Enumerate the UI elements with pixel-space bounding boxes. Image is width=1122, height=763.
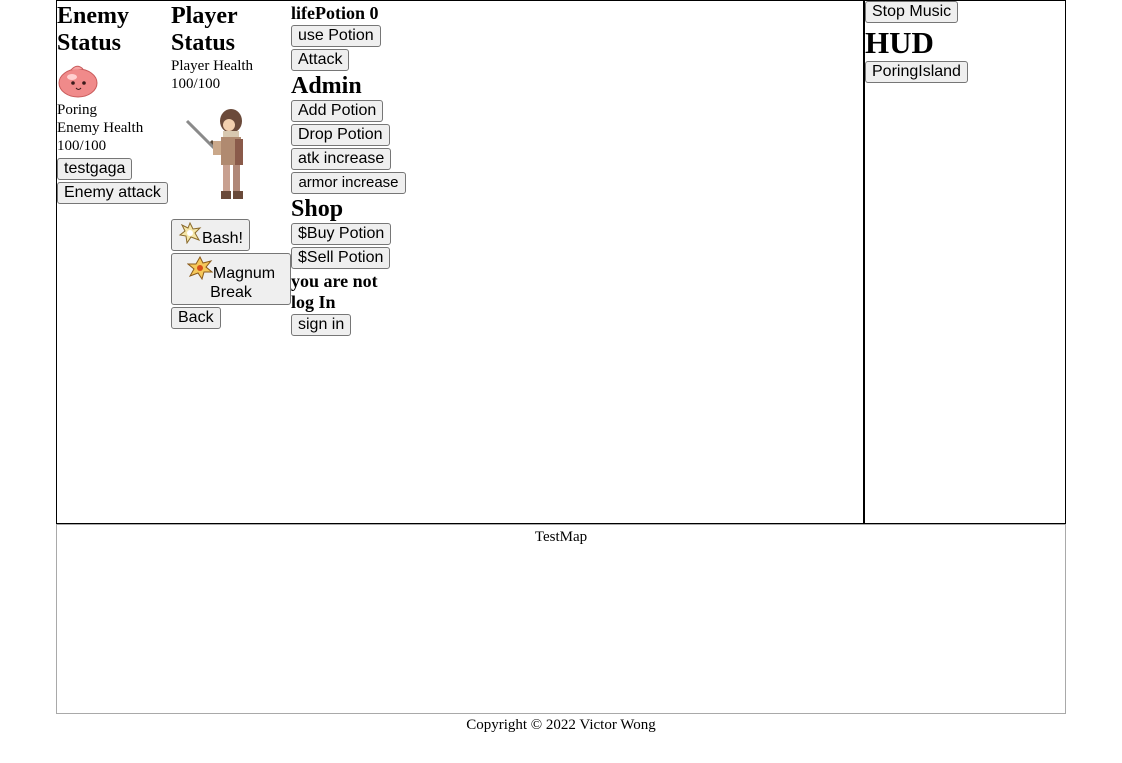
testgaga-button[interactable]: testgaga: [57, 158, 133, 180]
enemy-status-heading: Enemy Status: [57, 3, 129, 56]
actions-panel: lifePotion 0 use Potion Attack Admin Add…: [291, 3, 411, 336]
attack-button[interactable]: Attack: [291, 49, 350, 71]
sign-in-button[interactable]: sign in: [291, 314, 352, 336]
admin-heading: Admin: [291, 73, 362, 99]
sell-potion-button[interactable]: $Sell Potion: [291, 247, 391, 269]
enemy-name: Poring: [57, 102, 98, 118]
bash-label: Bash!: [202, 230, 243, 247]
back-button[interactable]: Back: [171, 307, 221, 329]
magnum-break-skill-icon: [186, 255, 214, 281]
enemy-attack-button[interactable]: Enemy attack: [57, 182, 168, 204]
buy-potion-button[interactable]: $Buy Potion: [291, 223, 392, 245]
swordsman-sprite: [185, 109, 243, 199]
life-potion-count: lifePotion 0: [291, 3, 379, 23]
shop-heading: Shop: [291, 196, 344, 222]
poring-sprite: [58, 65, 98, 98]
enemy-health-value: 100/100: [57, 138, 107, 154]
hud-heading: HUD: [865, 25, 934, 60]
drop-potion-button[interactable]: Drop Potion: [291, 124, 390, 146]
stop-music-button[interactable]: Stop Music: [865, 1, 959, 23]
map-label: TestMap: [534, 529, 588, 545]
hud-panel: Stop Music HUD PoringIsland: [863, 0, 1066, 524]
copyright-footer: Copyright © 2022 Victor Wong: [466, 717, 656, 733]
player-status-heading: Player Status: [171, 3, 238, 56]
map-area: TestMap: [56, 524, 1066, 714]
armor-increase-button[interactable]: armor increase: [291, 172, 406, 194]
poring-island-button[interactable]: PoringIsland: [865, 61, 968, 83]
player-health-value: 100/100: [171, 76, 221, 92]
magnum-break-button[interactable]: Magnum Break: [171, 253, 291, 305]
bash-skill-icon: [178, 221, 202, 245]
add-potion-button[interactable]: Add Potion: [291, 100, 384, 122]
player-status-panel: Player Status Player Health 100/100 Bash…: [171, 3, 291, 329]
enemy-status-panel: Enemy Status Poring Enemy Health 100/100…: [57, 3, 169, 204]
enemy-health-label: Enemy Health: [57, 120, 144, 136]
magnum-break-label: Magnum Break: [210, 265, 276, 301]
login-status: you are not log In: [291, 271, 378, 312]
bash-button[interactable]: Bash!: [171, 219, 250, 251]
use-potion-button[interactable]: use Potion: [291, 25, 381, 47]
atk-increase-button[interactable]: atk increase: [291, 148, 392, 170]
player-health-label: Player Health: [171, 58, 254, 74]
